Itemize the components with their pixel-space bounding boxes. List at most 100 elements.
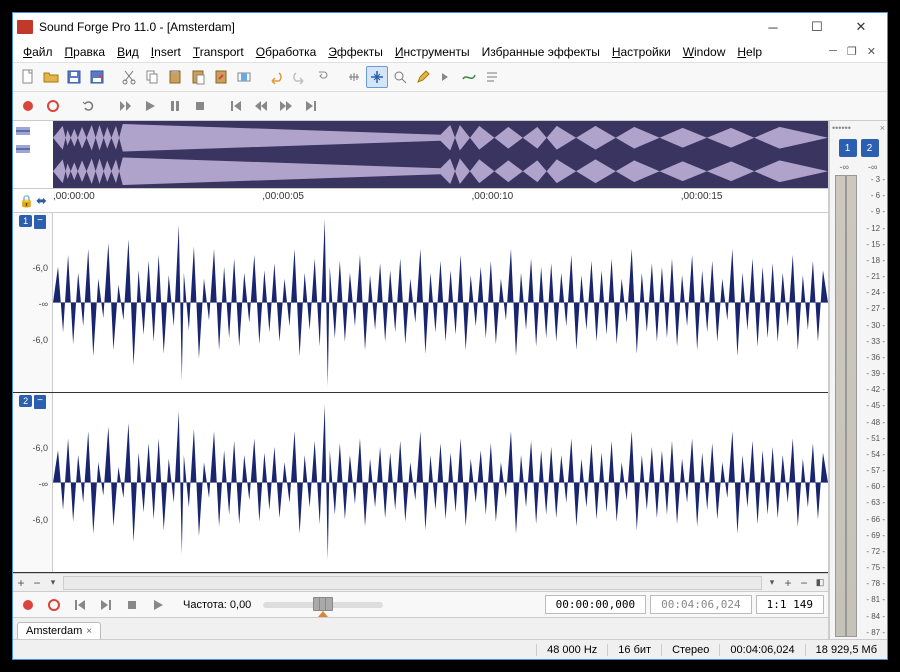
window-title: Sound Forge Pro 11.0 - [Amsterdam] — [39, 20, 751, 34]
panel-drag-handle[interactable]: •••••• — [832, 123, 851, 133]
forward-button[interactable] — [275, 95, 297, 117]
channel-2-badge[interactable]: 2 — [19, 395, 32, 407]
mdi-close-icon[interactable]: ✕ — [864, 45, 879, 58]
copy-button[interactable] — [141, 66, 163, 88]
mdi-restore-icon[interactable]: ❐ — [844, 45, 860, 58]
tool-zoom-button[interactable] — [389, 66, 411, 88]
redo-button[interactable] — [288, 66, 310, 88]
titlebar[interactable]: Sound Forge Pro 11.0 - [Amsterdam] ─ ☐ ✕ — [13, 13, 887, 41]
v-zoom-out[interactable]: − — [29, 576, 45, 590]
track-1-collapse[interactable]: − — [34, 215, 46, 229]
h-zoom-in[interactable]: + — [780, 576, 796, 590]
overview-mini-2-icon[interactable] — [15, 141, 31, 157]
menu-window[interactable]: Window — [677, 43, 732, 61]
rate-slider[interactable] — [263, 602, 383, 608]
channel-1-badge[interactable]: 1 — [19, 215, 32, 227]
tool-magnify-button[interactable] — [366, 66, 388, 88]
minimize-button[interactable]: ─ — [751, 13, 795, 41]
overview-mini-1-icon[interactable] — [15, 123, 31, 139]
arm-record-button[interactable] — [42, 95, 64, 117]
record-button[interactable] — [17, 95, 39, 117]
tool-pencil-button[interactable] — [412, 66, 434, 88]
h-scrollbar[interactable] — [63, 576, 762, 590]
time-ruler[interactable]: ,00:00:00 ,00:00:05 ,00:00:10 ,00:00:15 — [53, 189, 828, 212]
new-button[interactable] — [17, 66, 39, 88]
repeat-button[interactable] — [311, 66, 333, 88]
lock-icon[interactable]: 🔒 — [19, 194, 34, 208]
lower-next-button[interactable] — [95, 594, 117, 616]
menu-favorites[interactable]: Избранные эффекты — [476, 43, 606, 61]
cut-button[interactable] — [118, 66, 140, 88]
stop-button[interactable] — [189, 95, 211, 117]
rate-marker-icon — [318, 611, 328, 617]
menu-options[interactable]: Настройки — [606, 43, 677, 61]
document-tabs: Amsterdam × — [13, 617, 828, 639]
paste-button[interactable] — [164, 66, 186, 88]
tool-envelope-button[interactable] — [458, 66, 480, 88]
statusbar: 48 000 Hz 16 бит Стерео 00:04:06,024 18 … — [13, 639, 887, 659]
waveform-channel-2[interactable] — [53, 393, 828, 572]
lower-record-button[interactable] — [17, 594, 39, 616]
editor-area: 🔒 ⬌ ,00:00:00 ,00:00:05 ,00:00:10 ,00:00… — [13, 121, 829, 639]
status-channels[interactable]: Стерео — [661, 644, 719, 656]
snap-icon[interactable]: ⬌ — [36, 193, 47, 209]
status-duration[interactable]: 00:04:06,024 — [719, 644, 804, 656]
menu-process[interactable]: Обработка — [250, 43, 323, 61]
menu-edit[interactable]: Правка — [59, 43, 112, 61]
status-memory[interactable]: 18 929,5 Мб — [805, 644, 887, 656]
lower-arm-button[interactable] — [43, 594, 65, 616]
main-toolbar — [13, 63, 887, 92]
level-meters[interactable] — [830, 173, 862, 639]
play-button[interactable] — [139, 95, 161, 117]
mdi-minimize-icon[interactable]: ─ — [826, 45, 840, 58]
pause-button[interactable] — [164, 95, 186, 117]
menu-effects[interactable]: Эффекты — [322, 43, 389, 61]
paste-new-button[interactable] — [187, 66, 209, 88]
play-all-button[interactable] — [114, 95, 136, 117]
undo-button[interactable] — [265, 66, 287, 88]
open-button[interactable] — [40, 66, 62, 88]
meter-ch1-button[interactable]: 1 — [839, 139, 857, 157]
v-zoom-in[interactable]: + — [13, 576, 29, 590]
track-2-collapse[interactable]: − — [34, 395, 46, 409]
menu-file[interactable]: ФФайлайл — [17, 43, 59, 61]
h-zoom-out[interactable]: − — [796, 576, 812, 590]
status-samplerate[interactable]: 48 000 Hz — [536, 644, 607, 656]
v-zoom-menu[interactable]: ▾ — [45, 577, 61, 588]
overview-waveform[interactable] — [53, 121, 828, 188]
rewind-button[interactable] — [250, 95, 272, 117]
tool-edit-button[interactable] — [343, 66, 365, 88]
menu-transport[interactable]: Transport — [187, 43, 250, 61]
tool-script-button[interactable] — [481, 66, 503, 88]
loop-button[interactable] — [78, 95, 100, 117]
panel-close-icon[interactable]: × — [880, 123, 885, 133]
track-2: 2− -6,0 -∞ -6,0 — [13, 393, 828, 573]
lower-prev-button[interactable] — [69, 594, 91, 616]
trim-button[interactable] — [233, 66, 255, 88]
waveform-channel-1[interactable] — [53, 213, 828, 392]
save-as-button[interactable] — [86, 66, 108, 88]
menu-help[interactable]: Help — [731, 43, 768, 61]
selection-end-readout[interactable]: 00:04:06,024 — [650, 595, 751, 614]
lower-play-button[interactable] — [147, 594, 169, 616]
goto-start-button[interactable] — [225, 95, 247, 117]
h-zoom-full[interactable]: ◧ — [812, 577, 828, 588]
h-zoom-menu[interactable]: ▾ — [764, 577, 780, 588]
goto-end-button[interactable] — [300, 95, 322, 117]
zoom-ratio-readout[interactable]: 1:1 149 — [756, 595, 824, 614]
menu-view[interactable]: Вид — [111, 43, 145, 61]
maximize-button[interactable]: ☐ — [795, 13, 839, 41]
lower-stop-button[interactable] — [121, 594, 143, 616]
tool-event-button[interactable] — [435, 66, 457, 88]
save-button[interactable] — [63, 66, 85, 88]
menu-insert[interactable]: Insert — [145, 43, 187, 61]
status-bitdepth[interactable]: 16 бит — [607, 644, 661, 656]
position-readout[interactable]: 00:00:00,000 — [545, 595, 646, 614]
meter-ch2-button[interactable]: 2 — [861, 139, 879, 157]
close-button[interactable]: ✕ — [839, 13, 883, 41]
tab-close-icon[interactable]: × — [86, 626, 92, 637]
tab-amsterdam[interactable]: Amsterdam × — [17, 622, 101, 639]
menubar: ФФайлайл Правка Вид Insert Transport Обр… — [13, 41, 887, 63]
mix-button[interactable] — [210, 66, 232, 88]
menu-tools[interactable]: Инструменты — [389, 43, 476, 61]
